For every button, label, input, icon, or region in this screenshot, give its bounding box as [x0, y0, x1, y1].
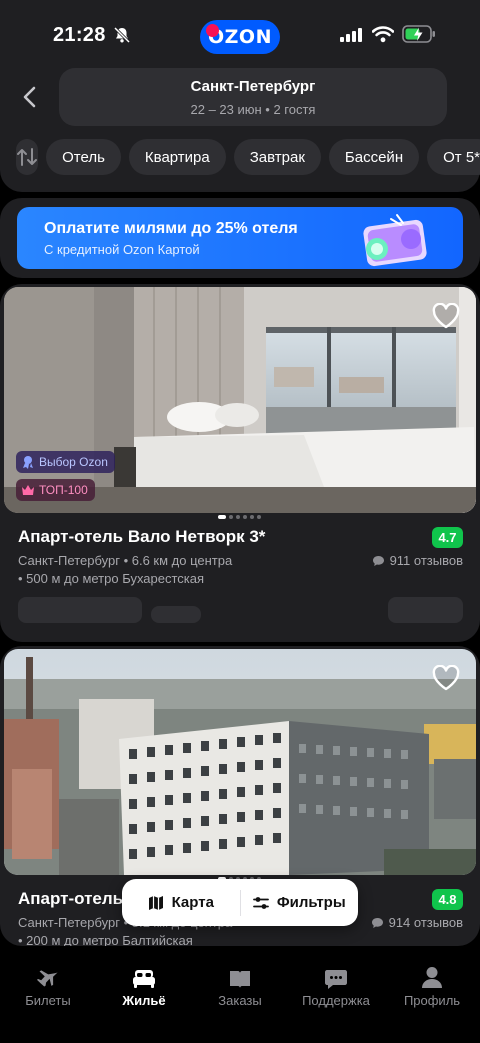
filter-chips: Отель Квартира Завтрак Бассейн От 5*	[16, 139, 480, 175]
reviews-count[interactable]: 914 отзывов	[371, 915, 463, 930]
crown-icon	[22, 485, 34, 495]
promo-panel: Оплатите милями до 25% отеля С кредитной…	[0, 198, 480, 278]
tab-label: Заказы	[218, 993, 262, 1008]
back-chevron-icon[interactable]	[20, 86, 40, 108]
award-icon	[23, 456, 33, 469]
user-profile-icon	[422, 967, 442, 988]
tab-label: Билеты	[25, 993, 71, 1008]
reviews-count[interactable]: 911 отзывов	[372, 553, 463, 568]
hotel-metro: • 200 м до метро Балтийская	[18, 933, 193, 946]
map-button[interactable]: Карта	[122, 879, 240, 926]
hotel-name: Апарт-отель	[18, 889, 124, 908]
hotel-location: Санкт-Петербург • 6.6 км до центра	[18, 553, 233, 568]
reviews-text: 911 отзывов	[389, 553, 463, 568]
ozon-logo: OZON	[200, 20, 280, 54]
price-placeholder	[151, 606, 201, 623]
photo-pager-dots	[218, 515, 261, 519]
bottom-tab-bar: Билеты Жильё Заказы Поддержка Профиль	[0, 950, 480, 1043]
filter-chip-apartment[interactable]: Квартира	[128, 139, 226, 175]
pager-dot	[257, 515, 261, 519]
hotel-building-photo	[4, 649, 476, 875]
hotel-metro: • 500 м до метро Бухарестская	[18, 571, 205, 586]
hotel-badges: Выбор Ozon ТОП-100	[16, 451, 115, 501]
price-placeholder	[18, 597, 142, 623]
tab-label: Профиль	[403, 993, 461, 1008]
wifi-icon	[372, 26, 394, 43]
hotel-name: Апарт-отель Вало Нетворк 3*	[18, 527, 266, 546]
rating-badge: 4.8	[432, 889, 463, 910]
tab-tickets[interactable]: Билеты	[0, 950, 96, 1008]
badge-ozon-choice: Выбор Ozon	[16, 451, 115, 473]
pager-dot	[229, 515, 233, 519]
search-city: Санкт-Петербург	[190, 78, 316, 95]
badge-label: ТОП-100	[39, 483, 88, 497]
filter-chip-pool[interactable]: Бассейн	[328, 139, 420, 175]
pager-dot	[243, 515, 247, 519]
map-label: Карта	[171, 894, 214, 911]
pager-dot	[218, 515, 226, 519]
search-summary-button[interactable]: Санкт-Петербург 22 – 23 июн • 2 гостя	[59, 68, 447, 126]
hotel-photo[interactable]: Выбор Ozon ТОП-100	[4, 287, 476, 513]
cellular-signal-icon	[340, 28, 362, 42]
bed-icon	[133, 970, 155, 988]
comment-bubble-icon	[371, 917, 383, 928]
filter-chip-breakfast[interactable]: Завтрак	[233, 139, 321, 175]
promo-banner[interactable]: Оплатите милями до 25% отеля С кредитной…	[17, 207, 463, 269]
logo-dot	[206, 24, 219, 37]
tab-housing[interactable]: Жильё	[96, 950, 192, 1008]
battery-charging-icon	[402, 25, 435, 43]
search-dates: 22 – 23 июн • 2 гостя	[190, 102, 316, 117]
badge-top-100: ТОП-100	[16, 479, 95, 501]
search-panel: Санкт-Петербург 22 – 23 июн • 2 гостя От…	[0, 56, 480, 192]
hotel-photo[interactable]	[4, 649, 476, 875]
pager-dot	[236, 515, 240, 519]
orders-book-icon	[230, 971, 250, 988]
status-time: 21:28	[53, 24, 106, 46]
airplane-icon	[36, 970, 58, 987]
sort-arrows-icon	[17, 148, 38, 166]
map-icon	[148, 895, 163, 910]
map-filters-toggle: Карта Фильтры	[122, 879, 358, 926]
tab-label: Поддержка	[302, 993, 370, 1008]
credit-card-illustration	[363, 214, 427, 267]
tab-label: Жильё	[122, 993, 166, 1008]
tab-support[interactable]: Поддержка	[288, 950, 384, 1008]
badge-label: Выбор Ozon	[39, 455, 108, 469]
favorite-heart-icon[interactable]	[432, 303, 460, 329]
tab-profile[interactable]: Профиль	[384, 950, 480, 1008]
tab-orders[interactable]: Заказы	[192, 950, 288, 1008]
promo-subtitle: С кредитной Ozon Картой	[44, 242, 200, 257]
reviews-text: 914 отзывов	[388, 915, 463, 930]
promo-title: Оплатите милями до 25% отеля	[44, 220, 298, 237]
chat-support-icon	[325, 970, 347, 989]
bell-muted-icon	[113, 26, 131, 44]
favorite-heart-icon[interactable]	[432, 665, 460, 691]
filter-chip-hotel[interactable]: Отель	[46, 139, 121, 175]
status-bar: 21:28 OZON	[0, 0, 480, 64]
book-button-placeholder	[388, 597, 463, 623]
rating-badge: 4.7	[432, 527, 463, 548]
sort-button[interactable]	[16, 139, 39, 175]
filters-sliders-icon	[252, 896, 269, 909]
comment-bubble-icon	[372, 555, 384, 566]
filter-chip-stars[interactable]: От 5*	[427, 139, 480, 175]
pager-dot	[250, 515, 254, 519]
hotel-card[interactable]: Выбор Ozon ТОП-100 Апарт-отель Вало Нетв…	[0, 284, 480, 642]
filters-label: Фильтры	[276, 894, 346, 911]
filters-button[interactable]: Фильтры	[241, 879, 359, 926]
